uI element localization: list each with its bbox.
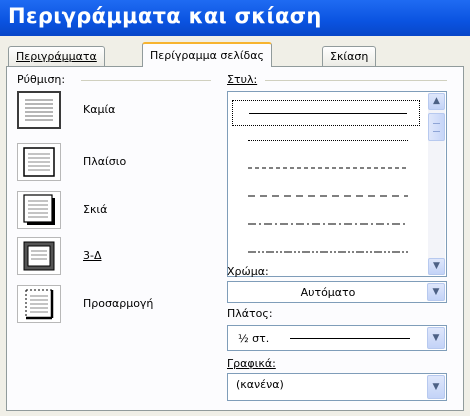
style-option-dash-dot[interactable] [232,212,420,238]
line-sample [248,140,408,141]
setting-label: Ρύθμιση: [17,73,66,86]
chevron-down-icon[interactable]: ▼ [427,375,445,399]
scroll-down-icon[interactable]: ▼ [428,258,445,275]
style-option-dashed-large[interactable] [232,184,420,210]
setting-custom-label: Προσαρμογή [83,297,154,310]
art-label: Γραφικά: [227,357,276,370]
color-value: Αυτόματο [300,286,356,299]
tab-panel: Ρύθμιση: Καμία Πλαίσιο Σκιά 3-Δ Προσαρμο… [6,66,464,411]
width-value: ½ στ. [238,332,270,345]
style-list[interactable]: ▲ ▼ [227,91,447,277]
window-title: Περιγράμματα και σκίαση [0,0,470,36]
setting-custom-icon [17,285,61,323]
style-option-dashed-small[interactable] [232,156,420,182]
scroll-thumb[interactable] [428,113,445,141]
style-option-dash-dot-dot[interactable] [232,240,420,266]
tab-page-border[interactable]: Περίγραμμα σελίδας [142,42,272,67]
setting-box[interactable]: Πλαίσιο [17,143,217,183]
color-select[interactable]: Αυτόματο ▼ [227,281,447,303]
width-line-sample [290,338,410,339]
setting-3d[interactable]: 3-Δ [17,237,217,277]
setting-box-label: Πλαίσιο [83,155,127,168]
setting-shadow-icon [17,191,61,229]
style-option-dotted[interactable] [232,128,420,154]
tab-page-border-label: Περίγραμμα σελίδας [150,49,264,62]
line-sample [249,113,407,114]
setting-divider [81,80,211,81]
setting-shadow[interactable]: Σκιά [17,191,217,231]
tab-borders[interactable]: Περιγράμματα [8,46,105,66]
style-list-scrollbar[interactable]: ▲ ▼ [428,93,445,275]
chevron-down-icon[interactable]: ▼ [427,327,445,349]
setting-none[interactable]: Καμία [17,91,217,131]
tab-borders-label: Περιγράμματα [16,50,97,63]
setting-box-icon [17,143,61,181]
style-option-solid[interactable] [232,100,420,126]
color-label: Χρώμα: [227,265,269,278]
style-label: Στυλ: [227,73,258,86]
tab-shading-label: Σκίαση [330,50,369,63]
setting-custom[interactable]: Προσαρμογή [17,285,217,325]
tab-shading[interactable]: Σκίαση [322,46,377,66]
width-label: Πλάτος: [227,307,273,320]
art-value: (κανένα) [236,378,284,391]
chevron-down-icon[interactable]: ▼ [427,283,445,301]
scroll-up-icon[interactable]: ▲ [428,93,445,110]
style-divider [265,80,447,81]
setting-none-label: Καμία [83,103,116,116]
art-select[interactable]: (κανένα) ▼ [227,373,447,401]
setting-none-icon [17,91,61,129]
width-select[interactable]: ½ στ. ▼ [227,325,447,351]
tab-strip: Περιγράμματα Περίγραμμα σελίδας Σκίαση [0,40,470,67]
setting-3d-icon [17,237,61,275]
setting-shadow-label: Σκιά [83,203,108,216]
setting-3d-label: 3-Δ [83,249,102,262]
